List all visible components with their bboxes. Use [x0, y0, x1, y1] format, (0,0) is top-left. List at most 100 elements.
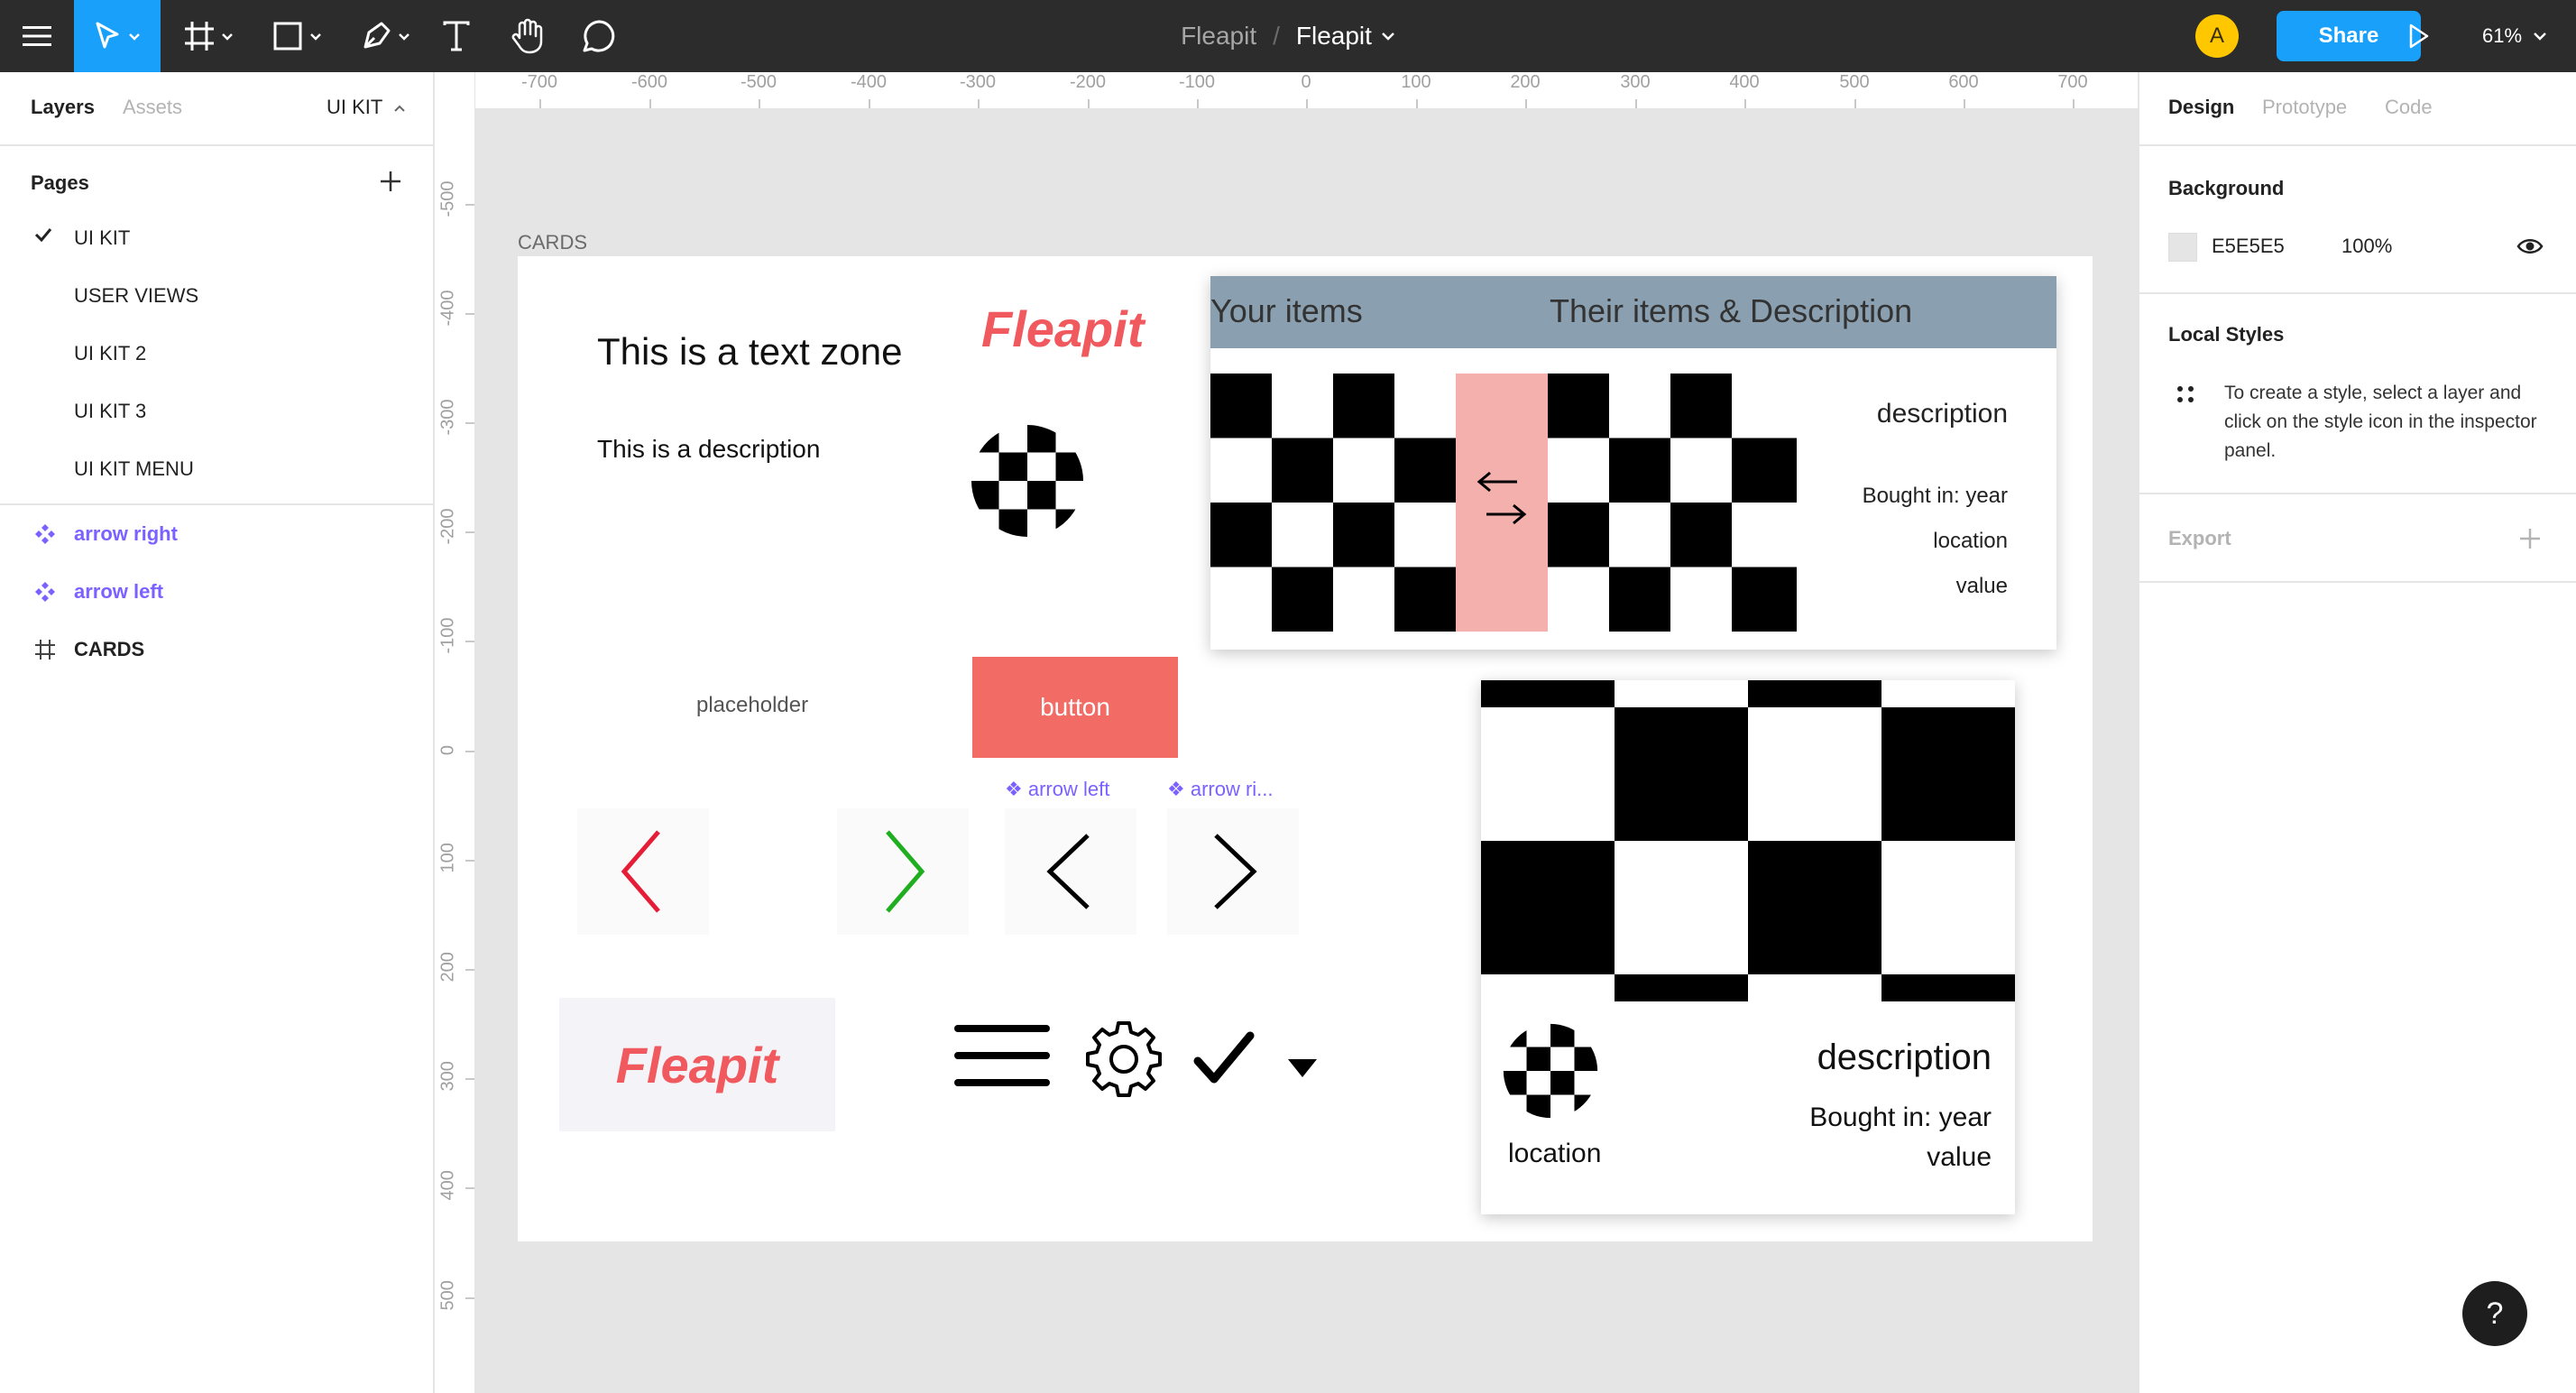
text-zone[interactable]: This is a text zone [597, 330, 902, 374]
ruler-tick [1306, 99, 1308, 108]
ruler-label: 200 [1510, 72, 1541, 92]
frame-label[interactable]: CARDS [518, 231, 587, 254]
file-title: Fleapit / Fleapit [0, 0, 2576, 72]
sample-button[interactable]: button [972, 657, 1178, 758]
page-selector[interactable]: UI KIT [327, 96, 406, 119]
ruler-label: -100 [1178, 72, 1216, 92]
frame-icon [35, 640, 55, 660]
component-icon [35, 582, 55, 602]
arrow-left-label: arrow left [1027, 778, 1110, 800]
ruler-tick [1416, 99, 1418, 108]
card-location: location [1933, 529, 2008, 553]
tab-layers[interactable]: Layers [31, 96, 95, 119]
ruler-tick [465, 422, 474, 424]
ruler-label: 0 [1301, 72, 1311, 92]
placeholder-text[interactable]: placeholder [696, 693, 808, 718]
page-item-ui-kit[interactable]: UI KIT [74, 226, 130, 250]
logo-box[interactable]: Fleapit [559, 998, 835, 1131]
layer-arrow-right[interactable]: arrow right [74, 522, 178, 546]
background-hex[interactable]: E5E5E5 [2212, 235, 2285, 258]
tab-assets[interactable]: Assets [123, 96, 182, 119]
ruler-tick [539, 99, 541, 108]
eye-icon[interactable] [2516, 236, 2544, 256]
add-page-icon[interactable] [379, 170, 402, 193]
your-items-label: Your items [1210, 292, 1363, 329]
chevron-left-icon[interactable] [1005, 808, 1136, 935]
caret-down-icon[interactable] [1286, 1057, 1319, 1079]
ruler-label: 0 [437, 744, 458, 756]
page-item-ui-kit-3[interactable]: UI KIT 3 [74, 400, 146, 423]
ruler-label: -300 [959, 72, 997, 92]
chevron-right-icon[interactable] [1167, 808, 1299, 935]
ruler-tick [1744, 99, 1746, 108]
divider [2139, 493, 2576, 494]
layer-arrow-left[interactable]: arrow left [74, 580, 163, 604]
checker-pattern-icon [1210, 374, 1797, 632]
ruler-tick [465, 1297, 474, 1299]
present-icon[interactable] [2401, 0, 2437, 72]
background-opacity[interactable]: 100% [2341, 235, 2392, 258]
ruler-label: 600 [1948, 72, 1979, 92]
add-export-icon[interactable] [2518, 527, 2542, 550]
ruler-tick [465, 641, 474, 642]
layer-cards[interactable]: CARDS [74, 638, 144, 661]
export-heading: Export [2168, 527, 2231, 549]
tab-code[interactable]: Code [2385, 96, 2433, 119]
properties-panel: Design Prototype Code Background E5E5E5 … [2138, 72, 2576, 1393]
file-name[interactable]: Fleapit [1296, 22, 1372, 51]
logo-box-text: Fleapit [615, 1036, 779, 1093]
checker-logo-icon[interactable] [971, 424, 1084, 538]
help-button[interactable]: ? [2462, 1281, 2527, 1346]
vertical-ruler: -500 -400 -300 -200 -100 0 100 200 300 4… [435, 72, 475, 1393]
card-location: location [1508, 1139, 1602, 1168]
background-swatch[interactable] [2168, 233, 2197, 262]
ruler-tick [1088, 99, 1090, 108]
share-button[interactable]: Share [2277, 11, 2421, 61]
description-text[interactable]: This is a description [597, 435, 820, 464]
divider [0, 144, 433, 146]
ruler-label: -200 [437, 508, 458, 545]
chevron-up-icon [394, 105, 405, 112]
card-bought: Bought in: year [1862, 484, 2008, 508]
check-icon[interactable] [1192, 1030, 1257, 1088]
ruler-tick [465, 1078, 474, 1080]
ruler-tick [465, 1187, 474, 1189]
ruler-label: 400 [1729, 72, 1760, 92]
tab-design[interactable]: Design [2168, 96, 2234, 119]
page-item-ui-kit-2[interactable]: UI KIT 2 [74, 342, 146, 365]
title-separator: / [1273, 22, 1280, 50]
checkmark-icon [34, 228, 52, 242]
checker-pattern-icon [1481, 680, 2015, 1001]
project-name[interactable]: Fleapit [1181, 22, 1256, 51]
ruler-label: 100 [1401, 72, 1431, 92]
local-styles-heading: Local Styles [2168, 323, 2285, 346]
logo-text[interactable]: Fleapit [981, 300, 1144, 358]
tab-prototype[interactable]: Prototype [2262, 96, 2347, 119]
page-item-user-views[interactable]: USER VIEWS [74, 284, 198, 308]
item-card[interactable]: location description Bought in: year val… [1481, 680, 2015, 1214]
ruler-tick [759, 99, 760, 108]
card-value: value [1927, 1142, 1992, 1172]
component-icon [35, 524, 55, 544]
ruler-label: -400 [850, 72, 888, 92]
gear-icon[interactable] [1084, 1019, 1164, 1099]
card-value: value [1955, 574, 2008, 598]
hamburger-icon[interactable] [952, 1019, 1052, 1092]
chevron-down-icon[interactable] [1381, 31, 1395, 42]
background-heading: Background [2168, 177, 2285, 199]
arrow-left-component-label[interactable]: ❖ arrow left [1005, 778, 1109, 801]
page-item-ui-kit-menu[interactable]: UI KIT MENU [74, 457, 194, 481]
ruler-label: -200 [1069, 72, 1107, 92]
card-header: Your items Their items & Description [1210, 276, 2056, 348]
ruler-label: 500 [437, 1280, 458, 1311]
trade-card[interactable]: Your items Their items & Description des… [1210, 276, 2056, 650]
ruler-label: 400 [437, 1170, 458, 1201]
ruler-tick [1964, 99, 1965, 108]
zoom-menu[interactable]: 61% [2482, 0, 2547, 72]
avatar[interactable]: A [2195, 14, 2239, 58]
arrow-right-component-label[interactable]: ❖ arrow ri... [1167, 778, 1274, 801]
chevron-left-red-icon[interactable] [577, 808, 709, 935]
cards-frame[interactable]: This is a text zone This is a descriptio… [518, 256, 2093, 1241]
ruler-tick [465, 751, 474, 752]
chevron-right-green-icon[interactable] [837, 808, 969, 935]
